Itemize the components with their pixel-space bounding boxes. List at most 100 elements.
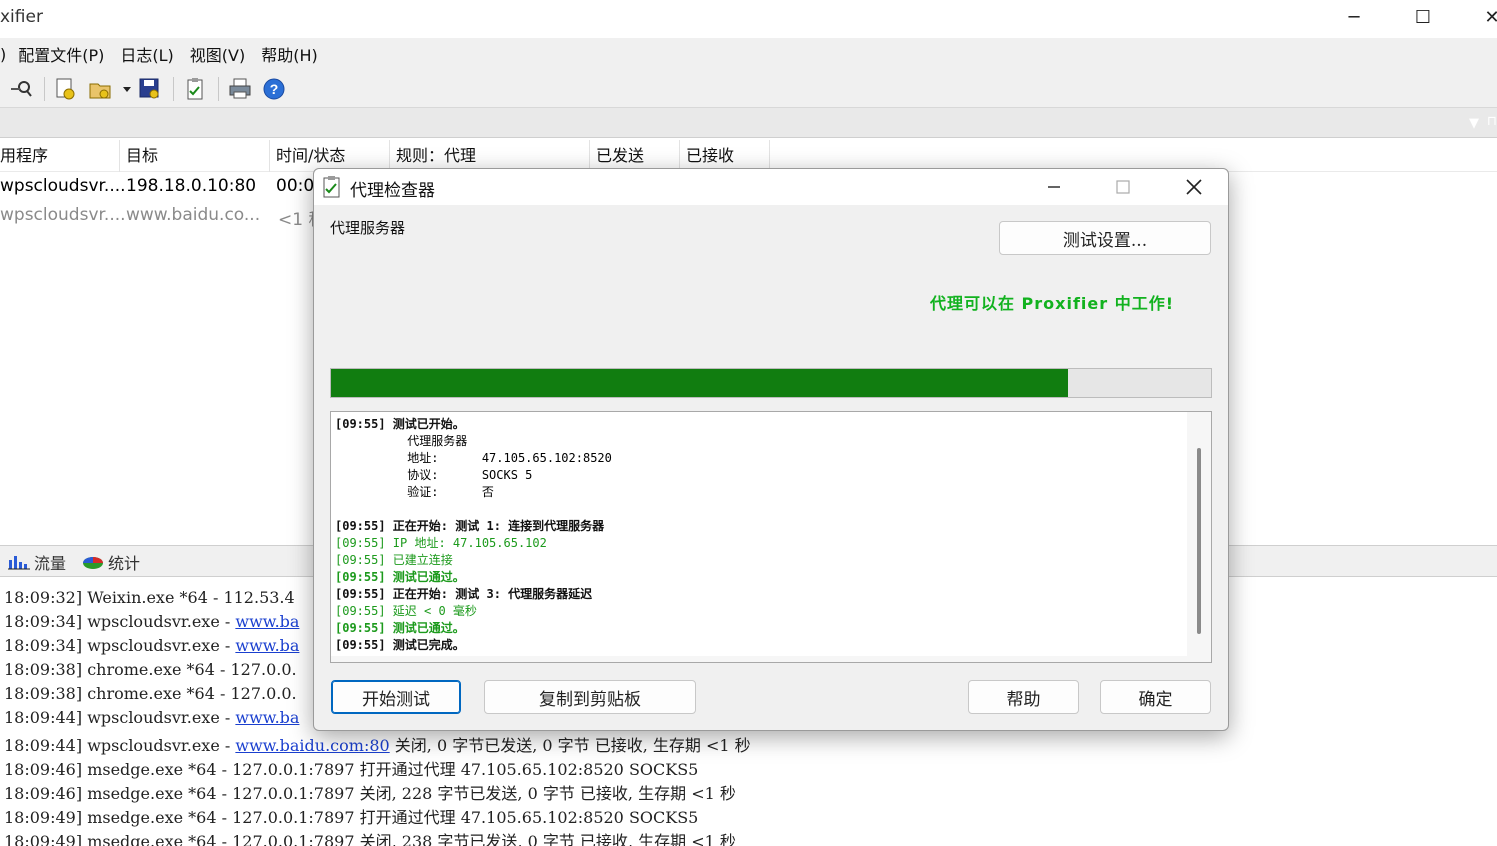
log-link[interactable]: www.ba <box>235 612 299 631</box>
connections-pane-strip: ▼ ⊓ <box>0 108 1497 138</box>
connection-app: wpscloudsvr.... <box>0 176 126 196</box>
log-text: wpscloudsvr.exe - <box>87 736 236 755</box>
connection-app: wpscloudsvr.... <box>0 205 126 225</box>
log-text: msedge.exe *64 - 127.0.0.1:7897 关闭, 228 … <box>87 784 736 803</box>
log-line: 18:09:46] msedge.exe *64 - 127.0.0.1:789… <box>4 780 736 804</box>
log-text: chrome.exe *64 - 127.0.0. <box>87 660 297 679</box>
start-test-button[interactable]: 开始测试 <box>331 680 461 714</box>
log-time: 18:09:32] <box>4 588 83 607</box>
close-button[interactable]: ✕ <box>1457 0 1497 34</box>
menu-log[interactable]: 日志(L) <box>112 42 181 66</box>
test-settings-button[interactable]: 测试设置... <box>999 221 1211 255</box>
toolbar-separator <box>44 76 45 101</box>
print-icon[interactable] <box>227 76 253 102</box>
test-log-line: [09:55] 正在开始: 测试 3: 代理服务器延迟 <box>335 587 593 601</box>
log-link[interactable]: www.ba <box>235 708 299 727</box>
log-line: 18:09:32] Weixin.exe *64 - 112.53.4 <box>4 588 295 607</box>
traffic-icon <box>8 556 30 570</box>
connection-row[interactable]: wpscloudsvr.... 198.18.0.10:80 00:0 <box>0 176 330 206</box>
dialog-maximize-button[interactable] <box>1088 169 1158 205</box>
proxy-checker-dialog: 代理检查器 代理服务器 测试设置... 代理可以在 Proxifier 中工作!… <box>313 168 1229 731</box>
log-line: 18:09:49] msedge.exe *64 - 127.0.0.1:789… <box>4 804 698 828</box>
log-text: Weixin.exe *64 - 112.53.4 <box>87 588 295 607</box>
open-profile-icon[interactable] <box>87 76 113 102</box>
log-time: 18:09:44] <box>4 736 83 755</box>
dialog-title-bar: 代理检查器 <box>314 169 1228 205</box>
log-text: wpscloudsvr.exe - <box>87 612 236 631</box>
pane-pin-icon[interactable]: ⊓ <box>1487 114 1497 129</box>
proxy-checker-icon <box>323 176 340 198</box>
maximize-button[interactable]: ☐ <box>1388 0 1458 34</box>
success-message: 代理可以在 Proxifier 中工作! <box>929 294 1174 313</box>
tab-stats-label: 统计 <box>108 554 141 573</box>
log-rest: 关闭, 0 字节已发送, 0 字节 已接收, 生存期 <1 秒 <box>389 736 751 755</box>
title-bar: xifier ─ ☐ ✕ <box>0 0 1497 38</box>
log-scrollbar[interactable] <box>1187 412 1211 662</box>
tab-stats[interactable]: 统计 <box>82 550 140 574</box>
menu-help[interactable]: 帮助(H) <box>253 42 326 66</box>
log-time: 18:09:44] <box>4 708 83 727</box>
menu-profile[interactable]: 配置文件(P) <box>10 42 112 66</box>
log-line: 18:09:38] chrome.exe *64 - 127.0.0. <box>4 660 297 679</box>
log-text: msedge.exe *64 - 127.0.0.1:7897 打开通过代理 4… <box>87 808 699 827</box>
proxifier-window: xifier ─ ☐ ✕ ) 配置文件(P) 日志(L) 视图(V) 帮助(H) <box>0 0 1497 846</box>
scroll-thumb[interactable] <box>1197 448 1201 634</box>
test-log-line: [09:55] 测试已通过。 <box>335 570 465 584</box>
log-line: 18:09:34] wpscloudsvr.exe - www.ba <box>4 612 299 631</box>
test-log-line: [09:55] 测试已开始。 <box>335 417 465 431</box>
proxy-server-label: 代理服务器 <box>330 219 406 237</box>
help-icon[interactable]: ? <box>261 76 287 102</box>
help-button[interactable]: 帮助 <box>968 680 1079 714</box>
tab-traffic-label: 流量 <box>34 554 67 573</box>
resolve-icon[interactable] <box>8 76 34 102</box>
log-time: 18:09:38] <box>4 660 83 679</box>
minimize-button[interactable]: ─ <box>1319 0 1389 34</box>
connection-target: 198.18.0.10:80 <box>126 176 257 196</box>
connection-row[interactable]: wpscloudsvr.... www.baidu.co... <1 秒 <box>0 205 330 235</box>
log-line: 18:09:44] wpscloudsvr.exe - www.ba <box>4 708 299 727</box>
pane-dropdown-icon[interactable]: ▼ <box>1469 116 1479 131</box>
progress-fill <box>331 369 1069 397</box>
log-text: chrome.exe *64 - 127.0.0. <box>87 684 297 703</box>
log-time: 18:09:34] <box>4 636 83 655</box>
log-line: 18:09:49] msedge.exe *64 - 127.0.0.1:789… <box>4 828 736 846</box>
log-text: wpscloudsvr.exe - <box>87 636 236 655</box>
log-hscrollbar[interactable] <box>331 656 1189 662</box>
svg-text:?: ? <box>270 81 279 97</box>
menu-partial[interactable]: ) <box>0 45 10 64</box>
log-line: 18:09:46] msedge.exe *64 - 127.0.0.1:789… <box>4 756 698 780</box>
save-profile-icon[interactable] <box>137 76 163 102</box>
test-log-line: 协议: SOCKS 5 <box>335 468 533 482</box>
log-line: 18:09:38] chrome.exe *64 - 127.0.0. <box>4 684 297 703</box>
connection-time: 00:0 <box>276 176 315 196</box>
tab-traffic[interactable]: 流量 <box>8 550 66 574</box>
menu-view[interactable]: 视图(V) <box>182 42 253 66</box>
log-link[interactable]: www.baidu.com:80 <box>235 736 389 755</box>
test-log-line: [09:55] IP 地址: 47.105.65.102 <box>335 536 547 550</box>
test-log-line: 验证: 否 <box>335 485 494 499</box>
new-profile-icon[interactable] <box>53 76 79 102</box>
log-line: 18:09:34] wpscloudsvr.exe - www.ba <box>4 636 299 655</box>
toolbar-separator <box>218 76 219 101</box>
log-link[interactable]: www.ba <box>235 636 299 655</box>
stats-icon <box>83 557 103 569</box>
dialog-minimize-button[interactable] <box>1019 169 1089 205</box>
test-log-line: [09:55] 正在开始: 测试 1: 连接到代理服务器 <box>335 519 605 533</box>
test-log-line: 地址: 47.105.65.102:8520 <box>335 451 612 465</box>
test-log: [09:55] 测试已开始。 代理服务器 地址: 47.105.65.102:8… <box>330 411 1212 663</box>
test-log-line: 代理服务器 <box>335 434 468 448</box>
copy-clipboard-button[interactable]: 复制到剪贴板 <box>484 680 696 714</box>
col-target[interactable]: 目标 <box>120 140 270 172</box>
proxy-checker-icon[interactable] <box>182 76 208 102</box>
connection-target: www.baidu.co... <box>126 205 261 225</box>
toolbar-separator <box>173 76 174 101</box>
test-log-line: [09:55] 测试已完成。 <box>335 638 465 652</box>
log-text: wpscloudsvr.exe - <box>87 708 236 727</box>
dialog-title: 代理检查器 <box>350 181 435 201</box>
col-application[interactable]: 用程序 <box>0 140 120 172</box>
dialog-close-button[interactable] <box>1159 169 1229 205</box>
ok-button[interactable]: 确定 <box>1100 680 1211 714</box>
open-dropdown-icon[interactable] <box>121 76 133 102</box>
log-time: 18:09:46] <box>4 784 83 803</box>
progress-bar <box>330 368 1212 398</box>
